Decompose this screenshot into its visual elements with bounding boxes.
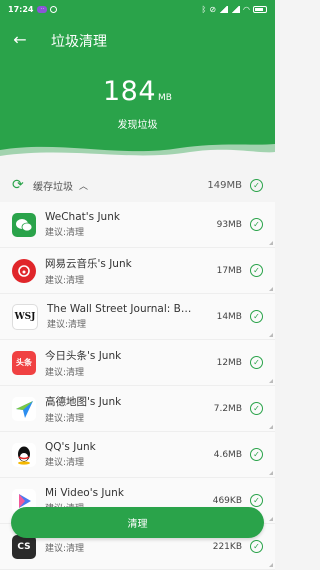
- found-junk-label: 发现垃圾: [117, 120, 158, 131]
- signal-icon-2: [231, 5, 241, 13]
- item-meta: QQ's Junk 建议:清理: [45, 441, 195, 468]
- cache-junk-header[interactable]: ⟳ 缓存垃圾 ︿ 149MB ✓: [0, 170, 275, 200]
- cache-junk-size: 149MB: [207, 179, 242, 191]
- refresh-icon: ⟳: [12, 177, 24, 193]
- check-circle-icon[interactable]: ✓: [250, 178, 263, 192]
- item-suggestion: 建议:清理: [45, 413, 85, 424]
- item-meta: 今日头条's Junk 建议:清理: [45, 348, 195, 378]
- check-circle-icon[interactable]: ✓: [250, 540, 263, 553]
- list-item[interactable]: 头条 今日头条's Junk 建议:清理 12MB ✓: [0, 340, 275, 386]
- list-item[interactable]: WeChat's Junk 建议:清理 93MB ✓: [0, 202, 275, 248]
- item-size: 4.6MB: [213, 449, 242, 460]
- check-circle-icon[interactable]: ✓: [250, 310, 263, 323]
- check-circle-icon[interactable]: ✓: [250, 448, 263, 461]
- item-meta: WeChat's Junk 建议:清理: [45, 211, 195, 238]
- toutiao-icon: 头条: [12, 350, 36, 375]
- check-circle-icon[interactable]: ✓: [250, 264, 263, 277]
- corner-marker: [269, 425, 273, 429]
- corner-marker: [269, 471, 273, 475]
- item-size: 469KB: [212, 495, 242, 506]
- netease-music-icon: [12, 258, 36, 283]
- item-name: 高德地图's Junk: [45, 395, 122, 408]
- item-suggestion: 建议:清理: [45, 228, 85, 238]
- junk-size-unit: MB: [158, 93, 172, 103]
- item-meta: The Wall Street Journal: Busin… 建议:清理: [47, 303, 197, 330]
- junk-size: 184 MB: [0, 76, 275, 107]
- battery-icon: [253, 5, 267, 13]
- item-name: The Wall Street Journal: Busin…: [47, 303, 197, 315]
- item-meta: 高德地图's Junk 建议:清理: [45, 394, 195, 424]
- qq-icon: [12, 442, 36, 467]
- clean-button[interactable]: 清理: [11, 507, 264, 538]
- status-time: 17:24: [8, 4, 34, 14]
- check-circle-icon[interactable]: ✓: [250, 494, 263, 507]
- back-arrow-icon[interactable]: ←: [10, 30, 30, 50]
- item-size: 7.2MB: [213, 403, 242, 414]
- header: 17:24 ·· ᛒ ⊘ ◠ ← 垃圾清理 184 MB 发现垃圾: [0, 0, 275, 165]
- item-meta: 网易云音乐's Junk 建议:清理: [45, 256, 195, 286]
- corner-marker: [269, 517, 273, 521]
- item-suggestion: 建议:清理: [45, 458, 85, 468]
- corner-marker: [269, 333, 273, 337]
- item-size: 17MB: [216, 265, 242, 276]
- item-suggestion: 建议:清理: [45, 367, 85, 378]
- item-name: Mi Video's Junk: [45, 487, 124, 499]
- junk-size-number: 184: [103, 76, 157, 107]
- item-meta: 建议:清理: [45, 539, 195, 554]
- list-item[interactable]: 网易云音乐's Junk 建议:清理 17MB ✓: [0, 248, 275, 294]
- corner-marker: [269, 287, 273, 291]
- check-circle-icon[interactable]: ✓: [250, 218, 263, 231]
- item-suggestion: 建议:清理: [45, 544, 85, 554]
- item-name: QQ's Junk: [45, 441, 96, 453]
- item-size: 14MB: [216, 311, 242, 322]
- item-name: 网易云音乐's Junk: [45, 257, 132, 270]
- list-item[interactable]: WSJ The Wall Street Journal: Busin… 建议:清理 1…: [0, 294, 275, 340]
- chevron-up-icon[interactable]: ︿: [79, 179, 88, 192]
- item-suggestion: 建议:清理: [45, 275, 85, 286]
- wsj-icon: WSJ: [12, 303, 38, 330]
- corner-marker: [269, 379, 273, 383]
- bluetooth-icon: ᛒ: [201, 4, 207, 14]
- item-name: WeChat's Junk: [45, 211, 120, 223]
- list-item[interactable]: QQ's Junk 建议:清理 4.6MB ✓: [0, 432, 275, 478]
- status-bar: 17:24 ·· ᛒ ⊘ ◠: [0, 0, 275, 18]
- wifi-icon: ◠: [243, 4, 250, 14]
- item-suggestion: 建议:清理: [47, 320, 87, 330]
- mute-icon: ⊘: [209, 4, 217, 14]
- item-name: 今日头条's Junk: [45, 349, 122, 362]
- app-icon: CS: [12, 534, 36, 559]
- sync-icon: [50, 5, 58, 13]
- wechat-icon: [12, 212, 36, 237]
- wave-divider: [0, 144, 275, 165]
- cache-junk-label: 缓存垃圾: [33, 181, 73, 193]
- check-circle-icon[interactable]: ✓: [250, 356, 263, 369]
- item-size: 12MB: [216, 357, 242, 368]
- corner-marker: [269, 241, 273, 245]
- notification-icon: ··: [37, 5, 48, 13]
- corner-marker: [269, 563, 273, 567]
- list-item[interactable]: 高德地图's Junk 建议:清理 7.2MB ✓: [0, 386, 275, 432]
- check-circle-icon[interactable]: ✓: [250, 402, 263, 415]
- signal-icon: [219, 5, 229, 13]
- page-title: 垃圾清理: [51, 34, 107, 50]
- item-size: 221KB: [212, 541, 242, 552]
- amap-icon: [12, 396, 36, 421]
- item-size: 93MB: [216, 219, 242, 230]
